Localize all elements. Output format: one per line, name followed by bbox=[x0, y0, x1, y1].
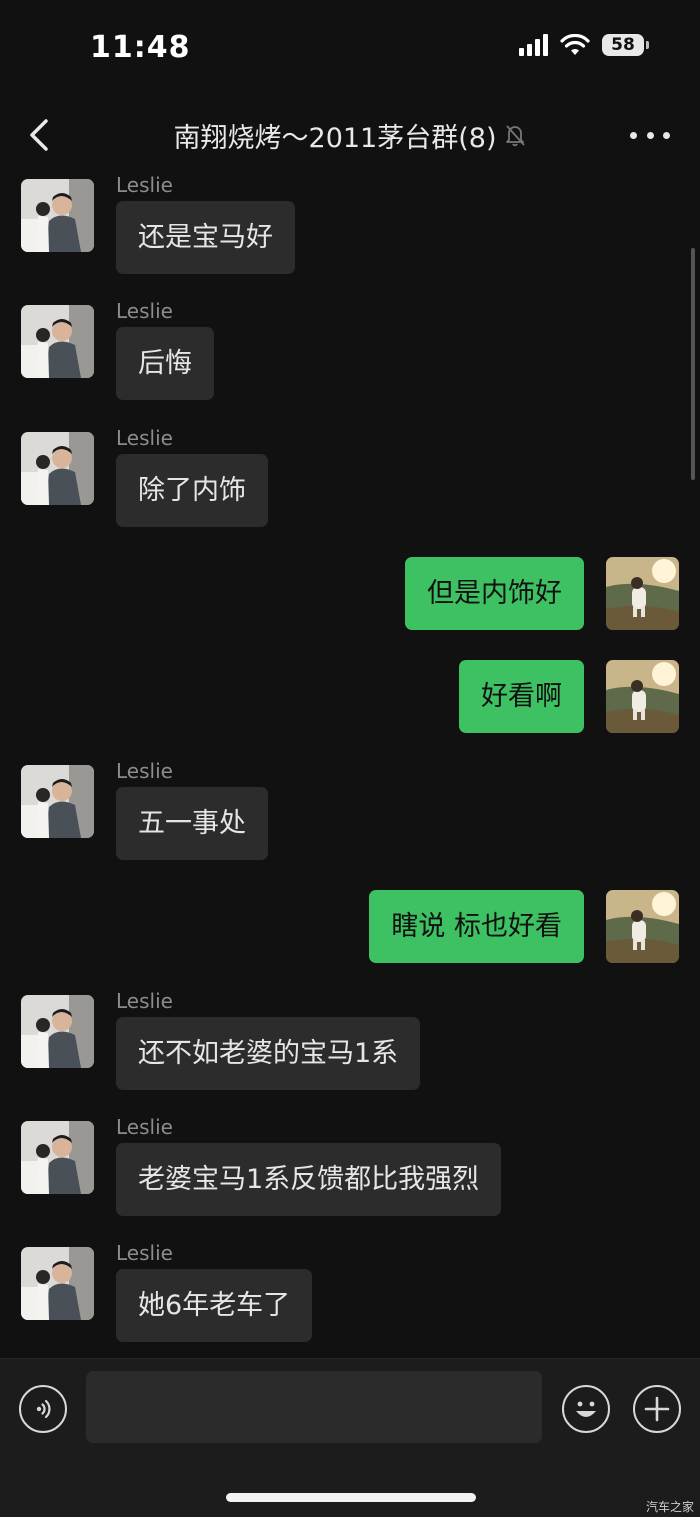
avatar-leslie[interactable] bbox=[21, 305, 94, 378]
message-bubble[interactable]: 瞎说 标也好看 bbox=[369, 890, 584, 963]
status-time: 11:48 bbox=[90, 30, 191, 65]
message-bubble[interactable]: 她6年老车了 bbox=[116, 1269, 313, 1342]
message-bubble[interactable]: 但是内饰好 bbox=[405, 557, 584, 630]
battery-level: 58 bbox=[611, 35, 635, 55]
more-dots-icon bbox=[630, 131, 637, 139]
sender-name: Leslie bbox=[116, 1115, 173, 1139]
avatar-leslie[interactable] bbox=[21, 432, 94, 505]
cellular-signal-icon bbox=[519, 34, 548, 56]
sender-name: Leslie bbox=[116, 173, 173, 197]
sender-name: Leslie bbox=[116, 1241, 173, 1265]
battery-icon: 58 bbox=[602, 34, 649, 56]
message-bubble[interactable]: 还是宝马好 bbox=[116, 201, 295, 274]
avatar-leslie[interactable] bbox=[21, 1121, 94, 1194]
sender-name: Leslie bbox=[116, 426, 173, 450]
status-icons: 58 bbox=[519, 34, 649, 56]
avatar-self[interactable] bbox=[606, 890, 679, 963]
message-bubble[interactable]: 好看啊 bbox=[459, 660, 584, 733]
emoji-icon bbox=[576, 1401, 596, 1417]
avatar-self[interactable] bbox=[606, 557, 679, 630]
wifi-icon bbox=[560, 34, 590, 55]
emoji-button[interactable] bbox=[562, 1385, 610, 1433]
voice-icon bbox=[36, 1399, 51, 1419]
mute-bell-icon bbox=[506, 125, 526, 147]
sender-name: Leslie bbox=[116, 299, 173, 323]
nav-title-bar: 南翔烧烤～2011茅台群(8) bbox=[0, 112, 700, 158]
plus-button[interactable] bbox=[633, 1385, 681, 1433]
avatar-self[interactable] bbox=[606, 660, 679, 733]
voice-button[interactable] bbox=[19, 1385, 67, 1433]
chat-screen: 11:48 58 南翔烧烤～2011茅台群(8) Leslie 还是宝马好 Le… bbox=[0, 0, 700, 1517]
plus-icon bbox=[644, 1396, 670, 1422]
avatar-leslie[interactable] bbox=[21, 1247, 94, 1320]
sender-name: Leslie bbox=[116, 759, 173, 783]
message-bubble[interactable]: 还不如老婆的宝马1系 bbox=[116, 1017, 421, 1090]
avatar-leslie[interactable] bbox=[21, 179, 94, 252]
avatar-leslie[interactable] bbox=[21, 765, 94, 838]
more-options-button[interactable] bbox=[630, 118, 670, 152]
scrollbar[interactable] bbox=[691, 248, 695, 480]
message-input[interactable] bbox=[86, 1371, 542, 1443]
home-indicator[interactable] bbox=[226, 1493, 476, 1502]
avatar-leslie[interactable] bbox=[21, 995, 94, 1068]
watermark: 汽车之家 bbox=[645, 1500, 694, 1514]
message-bubble[interactable]: 老婆宝马1系反馈都比我强烈 bbox=[116, 1143, 502, 1216]
message-bubble[interactable]: 除了内饰 bbox=[116, 454, 268, 527]
message-bubble[interactable]: 后悔 bbox=[116, 327, 214, 400]
message-bubble[interactable]: 五一事处 bbox=[116, 787, 268, 860]
sender-name: Leslie bbox=[116, 989, 173, 1013]
chat-title[interactable]: 南翔烧烤～2011茅台群(8) bbox=[174, 116, 497, 155]
